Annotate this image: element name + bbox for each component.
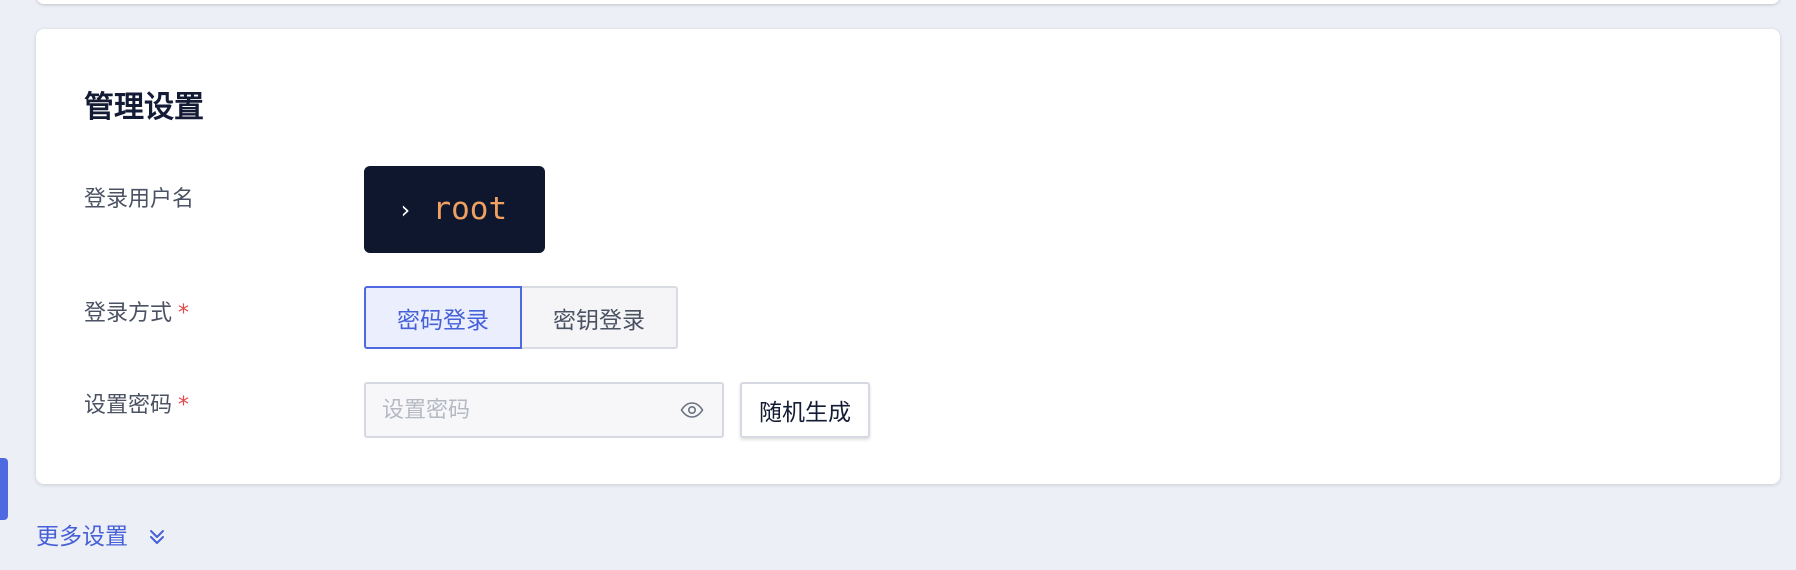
admin-settings-card: 管理设置 登录用户名 › root 登录方式 * 密码登录 密钥登录 设置密码 * …	[36, 29, 1780, 484]
login-method-segmented-control: 密码登录 密钥登录	[364, 286, 678, 349]
side-drawer-tab[interactable]	[0, 458, 8, 520]
password-label-text: 设置密码	[84, 393, 173, 418]
username-terminal-display: › root	[364, 166, 545, 253]
password-login-option[interactable]: 密码登录	[364, 286, 522, 349]
chevron-right-icon: ›	[398, 195, 413, 224]
section-title: 管理设置	[84, 90, 204, 125]
more-settings-toggle[interactable]: 更多设置	[36, 520, 166, 554]
password-label: 设置密码 *	[84, 391, 189, 421]
generate-random-button[interactable]: 随机生成	[740, 382, 870, 438]
eye-icon[interactable]	[678, 396, 706, 424]
more-settings-label: 更多设置	[36, 524, 128, 550]
password-field	[364, 382, 724, 438]
login-method-label-text: 登录方式	[84, 301, 173, 326]
required-mark: *	[178, 301, 190, 326]
required-mark: *	[178, 393, 190, 418]
key-login-option[interactable]: 密钥登录	[520, 286, 678, 349]
previous-card-edge	[36, 0, 1780, 4]
password-input[interactable]	[366, 396, 678, 424]
login-method-label: 登录方式 *	[84, 299, 189, 329]
double-chevron-down-icon	[148, 528, 166, 546]
username-value: root	[432, 191, 508, 227]
username-label-text: 登录用户名	[84, 187, 195, 212]
username-label: 登录用户名	[84, 185, 194, 215]
